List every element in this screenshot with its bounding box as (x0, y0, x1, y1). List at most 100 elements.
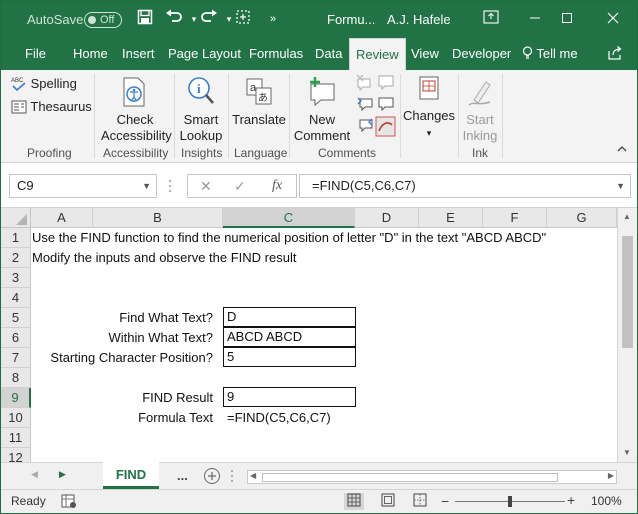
save-icon[interactable] (135, 9, 155, 29)
more-commands-icon[interactable]: » (263, 9, 283, 29)
page-break-view-icon[interactable] (413, 493, 427, 510)
select-all-corner[interactable] (1, 208, 31, 228)
column-header-d[interactable]: D (355, 208, 419, 228)
thesaurus-button[interactable]: Thesaurus (11, 99, 92, 114)
tab-page-layout[interactable]: Page Layout (166, 38, 243, 70)
cell-b10[interactable]: Formula Text (33, 408, 213, 428)
row-header-5[interactable]: 5 (1, 308, 31, 328)
close-icon[interactable] (601, 8, 625, 30)
tab-developer[interactable]: Developer (450, 38, 513, 70)
row-header-6[interactable]: 6 (1, 328, 31, 348)
insert-function-icon[interactable]: fx (272, 178, 282, 194)
cell-c7[interactable]: 5 (223, 347, 356, 367)
cell-b7[interactable]: Starting Character Position? (33, 348, 213, 368)
more-sheets-button[interactable]: ... (177, 468, 188, 483)
cell-b5[interactable]: Find What Text? (33, 308, 213, 328)
row-header-9[interactable]: 9 (1, 388, 31, 408)
user-name[interactable]: A.J. Hafele (387, 12, 451, 27)
cell-c10[interactable]: =FIND(C5,C6,C7) (227, 408, 331, 428)
scroll-up-icon[interactable]: ▲ (623, 212, 631, 221)
column-header-b[interactable]: B (93, 208, 223, 228)
cell-c5[interactable]: D (223, 307, 356, 327)
horizontal-scrollbar[interactable]: ◀ ▶ (247, 470, 617, 484)
redo-icon[interactable] (199, 9, 219, 29)
formula-input[interactable]: =FIND(C5,C6,C7) ▼ (299, 174, 631, 198)
tell-me-search[interactable]: Tell me (522, 38, 578, 70)
spelling-button[interactable]: ABC Spelling (11, 76, 77, 92)
column-header-g[interactable]: G (547, 208, 617, 228)
ribbon-tabs: File Home Insert Page Layout Formulas Da… (1, 38, 637, 70)
row-header-8[interactable]: 8 (1, 368, 31, 388)
new-comment-button[interactable]: New Comment (293, 76, 351, 144)
zoom-level[interactable]: 100% (591, 494, 622, 508)
minimize-icon[interactable] (523, 8, 547, 30)
row-header-4[interactable]: 4 (1, 288, 31, 308)
select-all-icon[interactable] (233, 9, 253, 29)
cell-a1[interactable]: Use the FIND function to find the numeri… (32, 228, 546, 248)
enter-icon[interactable]: ✓ (234, 178, 246, 195)
translate-button[interactable]: aあ Translate (231, 76, 287, 128)
sheet-tab-find[interactable]: FIND (103, 462, 159, 489)
row-header-3[interactable]: 3 (1, 268, 31, 288)
zoom-out-icon[interactable]: − (441, 493, 449, 509)
zoom-slider-thumb[interactable] (508, 496, 512, 507)
macro-record-icon[interactable] (61, 493, 77, 512)
row-header-2[interactable]: 2 (1, 248, 31, 268)
column-header-a[interactable]: A (31, 208, 93, 228)
tab-formulas[interactable]: Formulas (247, 38, 305, 70)
cell-c6[interactable]: ABCD ABCD (223, 327, 356, 347)
row-header-11[interactable]: 11 (1, 428, 31, 448)
resize-handle-icon[interactable] (167, 177, 173, 195)
cell-b6[interactable]: Within What Text? (33, 328, 213, 348)
scroll-down-icon[interactable]: ▼ (623, 448, 631, 457)
collapse-ribbon-icon[interactable] (617, 145, 627, 156)
normal-view-icon[interactable] (344, 493, 364, 510)
zoom-in-icon[interactable]: + (567, 492, 575, 508)
tab-view[interactable]: View (409, 38, 441, 70)
vertical-scrollbar[interactable]: ▲ ▼ (617, 208, 637, 462)
tab-insert[interactable]: Insert (120, 38, 157, 70)
name-box-dropdown-icon[interactable]: ▼ (142, 175, 151, 197)
smart-lookup-button[interactable]: i Smart Lookup (177, 76, 225, 144)
check-accessibility-line2: Accessibility (101, 128, 172, 143)
tab-home[interactable]: Home (71, 38, 110, 70)
cell-b9[interactable]: FIND Result (33, 388, 213, 408)
ribbon-display-icon[interactable] (479, 8, 503, 30)
undo-icon[interactable] (164, 9, 184, 29)
tab-review[interactable]: Review (349, 38, 406, 70)
cell-a2[interactable]: Modify the inputs and observe the FIND r… (32, 248, 296, 268)
show-comment-icon (378, 75, 394, 91)
scroll-left-icon[interactable]: ◀ (250, 471, 256, 480)
maximize-icon[interactable] (555, 8, 579, 30)
horizontal-scroll-thumb[interactable] (262, 473, 558, 482)
comment-tools (356, 73, 398, 143)
share-icon[interactable] (607, 38, 623, 70)
column-header-e[interactable]: E (419, 208, 483, 228)
start-inking-button[interactable]: Start Inking (460, 76, 500, 144)
prev-sheet-icon[interactable]: ◀ (31, 469, 38, 480)
tab-data[interactable]: Data (313, 38, 344, 70)
excel-window: AutoSave Off ▾ ▾ » Formu... A.J. Hafele (0, 0, 638, 514)
changes-button[interactable]: Changes ▾ (403, 74, 455, 141)
next-sheet-icon[interactable]: ▶ (59, 469, 66, 480)
row-header-10[interactable]: 10 (1, 408, 31, 428)
expand-formula-icon[interactable]: ▼ (616, 175, 625, 197)
show-all-comments-icon (378, 97, 394, 112)
vertical-scroll-thumb[interactable] (622, 236, 633, 348)
spelling-label: Spelling (30, 76, 77, 91)
scroll-right-icon[interactable]: ▶ (608, 471, 614, 480)
name-box[interactable]: C9 ▼ (9, 174, 157, 198)
page-layout-view-icon[interactable] (381, 493, 395, 510)
check-accessibility-button[interactable]: Check Accessibility (101, 76, 172, 144)
tab-file[interactable]: File (23, 38, 48, 70)
sheet-split-handle-icon[interactable] (229, 468, 235, 487)
add-sheet-icon[interactable] (203, 467, 221, 488)
row-header-12[interactable]: 12 (1, 448, 31, 462)
cell-c9[interactable]: 9 (223, 387, 356, 407)
autosave-toggle[interactable]: Off (84, 12, 122, 28)
row-header-7[interactable]: 7 (1, 348, 31, 368)
cancel-icon[interactable]: ✕ (200, 178, 212, 195)
row-header-1[interactable]: 1 (1, 228, 31, 248)
column-header-f[interactable]: F (483, 208, 547, 228)
column-header-c[interactable]: C (223, 208, 355, 228)
